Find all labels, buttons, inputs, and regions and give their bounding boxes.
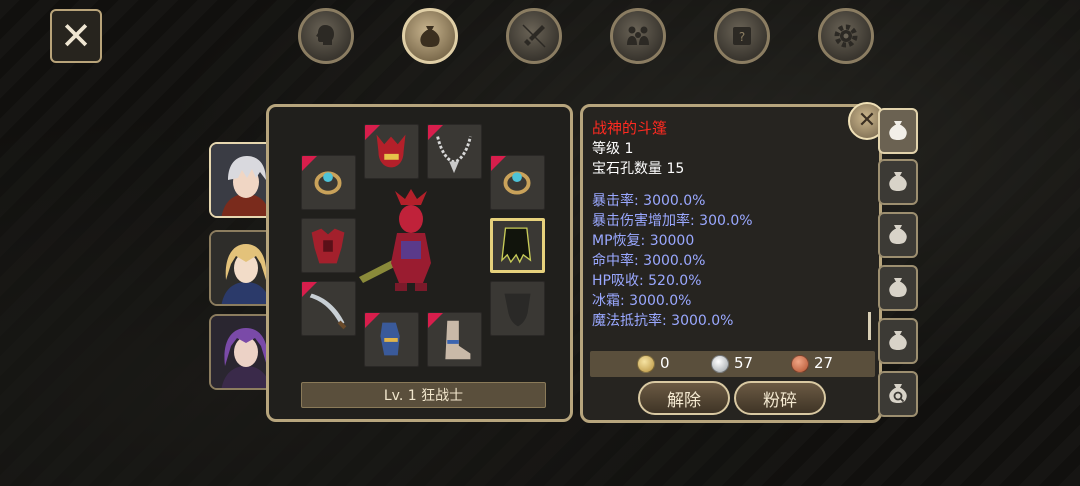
close-icon: ✕	[857, 108, 877, 133]
quest-scroll-icon: ?	[733, 27, 751, 45]
description-scrollbar[interactable]	[868, 312, 871, 340]
equip-slot-helmet[interactable]	[364, 124, 419, 179]
bag-tab-5[interactable]	[878, 318, 918, 364]
item-info-panel: 战神的斗篷 等级 1 宝石孔数量 15 暴击率: 3000.0% 暴击伤害增加率…	[580, 104, 882, 423]
currency-bar: 0 57 27	[590, 351, 875, 377]
tab-settings[interactable]	[818, 8, 874, 64]
boots-icon	[445, 320, 471, 360]
equip-slot-boots[interactable]	[427, 312, 482, 367]
svg-text:?: ?	[739, 30, 745, 44]
crush-button[interactable]: 粉碎	[734, 381, 826, 415]
equip-slot-weapon[interactable]	[301, 281, 356, 336]
silver-coin-icon	[711, 355, 729, 373]
ring-icon	[503, 171, 531, 195]
bag-icon	[889, 172, 907, 191]
bag-icon	[889, 278, 907, 297]
gold-amount: 0	[660, 354, 670, 372]
gauntlet-icon	[380, 322, 400, 356]
bag-tab-1[interactable]	[878, 108, 918, 154]
bag-icon	[889, 121, 907, 140]
item-stat: HP吸收: 520.0%	[592, 273, 702, 289]
item-stat: 命中率: 3000.0%	[592, 253, 706, 269]
bag-tab-2[interactable]	[878, 159, 918, 205]
shield-empty-icon	[504, 293, 531, 327]
tab-character[interactable]	[298, 8, 354, 64]
equip-slot-armor[interactable]	[301, 218, 356, 273]
item-gem-slots: 宝石孔数量 15	[592, 161, 685, 177]
sword-icon	[309, 293, 347, 330]
armor-icon	[311, 228, 345, 264]
item-stat: 冰霜: 3000.0%	[592, 293, 692, 309]
close-icon: ✕	[60, 14, 92, 58]
tab-party[interactable]	[610, 8, 666, 64]
item-level: 等级 1	[592, 141, 634, 157]
close-button[interactable]: ✕	[50, 9, 102, 63]
item-name: 战神的斗篷	[592, 119, 668, 137]
equip-slot-ring-right[interactable]	[490, 155, 545, 210]
gold-coin-icon	[637, 355, 655, 373]
silver-amount: 57	[734, 354, 754, 372]
copper-coin-icon	[791, 355, 809, 373]
tab-inventory[interactable]	[402, 8, 458, 64]
item-stat: 暴击伤害增加率: 300.0%	[592, 213, 753, 229]
bag-icon	[889, 331, 907, 350]
item-stat: 暴击率: 3000.0%	[592, 193, 706, 209]
equip-slot-necklace[interactable]	[427, 124, 482, 179]
bag-icon	[889, 225, 907, 244]
copper-amount: 27	[814, 354, 834, 372]
tab-skills[interactable]	[506, 8, 562, 64]
ring-icon	[314, 171, 342, 195]
bag-icon	[420, 26, 440, 47]
unequip-button[interactable]: 解除	[638, 381, 730, 415]
party-icon	[627, 26, 649, 45]
bag-tab-3[interactable]	[878, 212, 918, 258]
character-level-label: Lv. 1 狂战士	[301, 382, 546, 408]
equip-slot-cloak[interactable]	[490, 218, 545, 273]
item-stat: 魔法抵抗率: 3000.0%	[592, 313, 734, 329]
bag-tab-search[interactable]	[878, 371, 918, 417]
bag-tab-4[interactable]	[878, 265, 918, 311]
item-description[interactable]: 战神的斗篷 等级 1 宝石孔数量 15 暴击率: 3000.0% 暴击伤害增加率…	[592, 117, 857, 347]
equipment-panel: Lv. 1 狂战士	[266, 104, 573, 422]
equip-slot-ring-left[interactable]	[301, 155, 356, 210]
equip-slot-gloves[interactable]	[364, 312, 419, 367]
bag-search-icon	[889, 384, 907, 403]
necklace-icon	[436, 136, 472, 174]
character-figure	[359, 189, 431, 291]
equip-slot-offhand[interactable]	[490, 281, 545, 336]
character-head-icon	[316, 25, 334, 45]
skill-sword-icon	[522, 24, 546, 48]
tab-quest[interactable]: ?	[714, 8, 770, 64]
cloak-icon	[501, 227, 532, 264]
dragon-helm-icon	[376, 134, 406, 168]
settings-gear-icon	[834, 24, 858, 48]
item-stat: MP恢复: 30000	[592, 233, 695, 249]
